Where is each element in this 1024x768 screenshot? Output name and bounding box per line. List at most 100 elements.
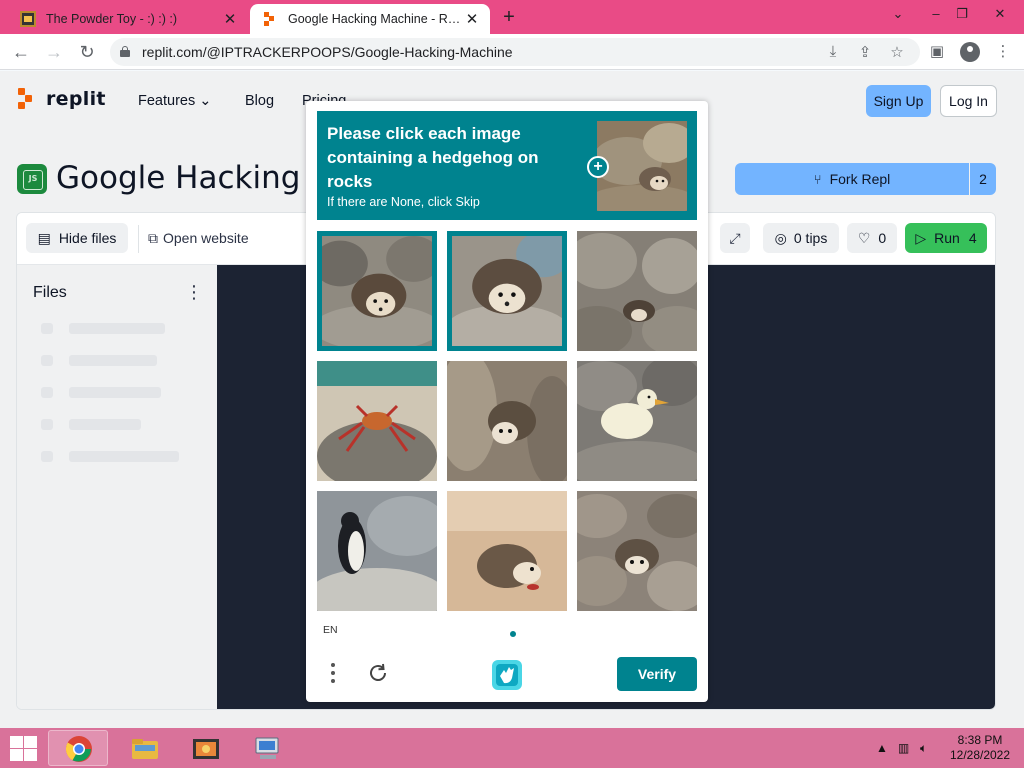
repl-title: Google Hacking Machine [56, 160, 308, 196]
captcha-tile[interactable] [317, 491, 437, 611]
loading-skeleton [41, 323, 53, 334]
captcha-prompt: Please click each image containing a hed… [327, 124, 539, 191]
powder-toy-favicon-icon [20, 11, 36, 27]
captcha-tile[interactable] [447, 491, 567, 611]
page-indicator-dot [510, 631, 516, 637]
divider [138, 225, 139, 253]
captcha-tile[interactable] [317, 361, 437, 481]
files-title: Files [33, 284, 67, 301]
browser-toolbar: ← → ↻ replit.com/@IPTRACKERPOOPS/Google-… [0, 34, 1024, 70]
browser-tab-strip: The Powder Toy - :) :) :) ✕ Google Hacki… [0, 0, 1024, 34]
loading-skeleton [69, 355, 157, 366]
verify-button[interactable]: Verify [617, 657, 697, 691]
sidebar-icon: ▤ [37, 229, 51, 246]
volume-icon[interactable]: 🔈︎ [920, 741, 927, 756]
minimize-button[interactable]: – [926, 6, 946, 21]
enlarge-example-icon[interactable]: + [587, 156, 609, 178]
loading-skeleton [69, 323, 165, 334]
nav-blog[interactable]: Blog [245, 93, 274, 109]
files-panel: Files ⋮ [17, 265, 217, 709]
captcha-menu-icon[interactable] [328, 661, 338, 685]
nav-features[interactable]: Features ⌄ [138, 93, 211, 109]
taskbar-explorer[interactable] [114, 730, 174, 766]
forward-arrow-icon[interactable]: → [43, 41, 65, 63]
tab-search-icon[interactable]: ⌄ [888, 6, 908, 22]
heart-icon: ♡ [857, 229, 871, 246]
captcha-subtext: If there are None, click Skip [327, 195, 480, 209]
folder-icon [130, 735, 160, 763]
film-icon [191, 735, 221, 763]
system-clock[interactable]: 8:38 PM 12/28/2022 [940, 733, 1020, 763]
spiral-icon: ◎ [774, 229, 787, 246]
taskbar-remote-desktop[interactable] [236, 730, 296, 766]
captcha-tile[interactable] [577, 491, 697, 611]
refresh-challenge-icon[interactable] [366, 661, 390, 685]
log-in-button[interactable]: Log In [940, 85, 997, 117]
tab-title: The Powder Toy - :) :) :) [46, 12, 178, 26]
external-link-icon: ⧉ [148, 230, 158, 246]
loading-skeleton [41, 451, 53, 462]
like-button[interactable]: ♡ 0 [847, 223, 897, 253]
captcha-tile[interactable] [447, 231, 567, 351]
captcha-tile[interactable] [447, 361, 567, 481]
hide-files-button[interactable]: ▤ Hide files [26, 223, 128, 253]
maximize-button[interactable]: ❐ [952, 6, 972, 22]
loading-skeleton [69, 451, 179, 462]
loading-skeleton [69, 387, 161, 398]
sign-up-button[interactable]: Sign Up [866, 85, 931, 117]
back-arrow-icon[interactable]: ← [10, 41, 32, 63]
reload-icon[interactable]: ↻ [76, 41, 98, 63]
loading-skeleton [41, 355, 53, 366]
hcaptcha-challenge: Please click each image containing a hed… [306, 101, 708, 702]
nodejs-repl-icon [17, 164, 47, 194]
chrome-icon [64, 735, 94, 763]
taskbar-media[interactable] [175, 730, 235, 766]
captcha-tile[interactable] [577, 361, 697, 481]
captcha-tile[interactable] [577, 231, 697, 351]
loading-skeleton [69, 419, 141, 430]
install-icon[interactable]: ⤓ [824, 43, 842, 60]
replit-logo-icon [18, 88, 38, 110]
share-icon[interactable]: ⇪ [856, 43, 874, 61]
windows-start-icon[interactable] [8, 734, 38, 762]
tab-close-icon[interactable]: ✕ [462, 10, 482, 28]
url-text: replit.com/@IPTRACKERPOOPS/Google-Hackin… [142, 44, 513, 60]
chevron-down-icon: ⌄ [199, 93, 212, 109]
open-website-link[interactable]: ⧉ Open website [148, 230, 249, 247]
address-bar[interactable]: replit.com/@IPTRACKERPOOPS/Google-Hackin… [110, 38, 920, 66]
windows-taskbar: ▲ ▥ 🔈︎ 8:38 PM 12/28/2022 [0, 728, 1024, 768]
network-icon[interactable]: ▥ [898, 741, 909, 755]
captcha-example-image [597, 121, 687, 211]
tab-replit[interactable]: Google Hacking Machine - Replit ✕ [250, 4, 490, 34]
lock-icon [120, 46, 130, 57]
loading-skeleton [41, 419, 53, 430]
show-hidden-icons[interactable]: ▲ [876, 741, 888, 755]
tab-close-icon[interactable]: ✕ [220, 10, 240, 28]
captcha-tile[interactable] [317, 231, 437, 351]
fork-repl-button[interactable]: ⑂ Fork Repl [735, 163, 969, 195]
browser-menu-icon[interactable]: ⋮ [993, 42, 1013, 60]
profile-avatar-icon[interactable] [960, 42, 980, 62]
tab-powder-toy[interactable]: The Powder Toy - :) :) :) ✕ [8, 4, 248, 34]
computer-icon [252, 735, 282, 763]
loading-skeleton [41, 387, 53, 398]
language-selector[interactable]: EN [323, 624, 338, 636]
captcha-image-grid [317, 231, 697, 611]
close-window-button[interactable]: ✕ [990, 6, 1010, 22]
bookmark-star-icon[interactable]: ☆ [888, 43, 906, 61]
tab-title: Google Hacking Machine - Replit [288, 12, 462, 26]
run-button[interactable]: ▷ Run 4 [905, 223, 987, 253]
play-icon: ▷ [915, 229, 927, 246]
fork-icon: ⑂ [813, 171, 822, 187]
kebab-menu-icon[interactable]: ⋮ [185, 282, 203, 303]
fork-count-badge[interactable]: 2 [970, 163, 996, 195]
new-tab-button[interactable]: + [498, 6, 520, 29]
tips-button[interactable]: ◎ 0 tips [763, 223, 839, 253]
expand-icon[interactable]: ⤢ [720, 223, 750, 253]
captcha-header: Please click each image containing a hed… [317, 111, 697, 220]
replit-logo[interactable]: replit [18, 88, 106, 110]
taskbar-chrome[interactable] [48, 730, 108, 766]
hcaptcha-logo-icon[interactable] [490, 658, 524, 692]
side-panel-icon[interactable]: ▣ [927, 42, 947, 60]
replit-favicon-icon [262, 11, 278, 27]
